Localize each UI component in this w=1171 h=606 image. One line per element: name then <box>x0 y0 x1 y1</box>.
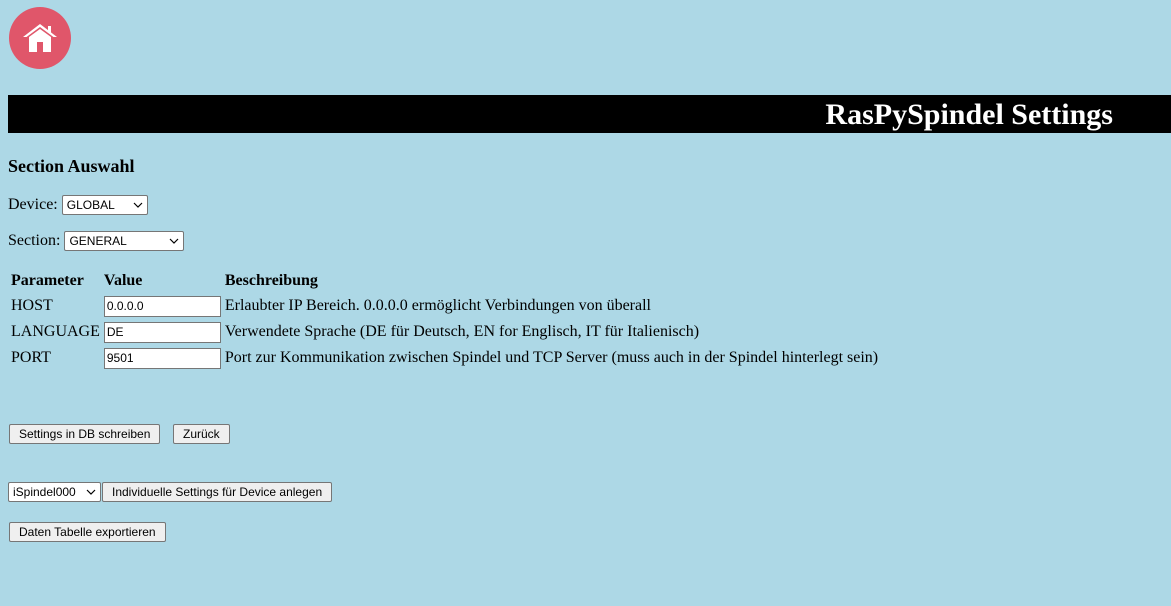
back-button[interactable]: Zurück <box>173 424 230 444</box>
chevron-down-icon <box>133 202 143 208</box>
parameter-name: HOST <box>11 297 53 314</box>
table-row: LANGUAGE Verwendete Sprache (DE für Deut… <box>10 320 879 344</box>
home-button[interactable] <box>9 7 71 69</box>
parameter-name: LANGUAGE <box>11 323 100 340</box>
write-settings-button[interactable]: Settings in DB schreiben <box>9 424 161 444</box>
device-select-value: GLOBAL <box>66 198 115 212</box>
export-table-button[interactable]: Daten Tabelle exportieren <box>9 522 166 542</box>
parameter-description: Verwendete Sprache (DE für Deutsch, EN f… <box>224 323 700 340</box>
section-select[interactable]: GENERAL <box>64 231 185 251</box>
column-header-description: Beschreibung <box>224 272 318 289</box>
parameter-name: PORT <box>11 349 51 366</box>
create-device-settings-button[interactable]: Individuelle Settings für Device anlegen <box>102 482 333 502</box>
table-header-row: Parameter Value Beschreibung <box>10 270 879 292</box>
title-bar: RasPySpindel Settings <box>8 95 1171 133</box>
home-icon <box>23 24 57 52</box>
device-select[interactable]: GLOBAL <box>61 195 148 215</box>
column-header-value: Value <box>103 272 143 289</box>
device-id-select-value: iSpindel000 <box>13 485 76 499</box>
value-cell <box>103 320 222 344</box>
section-row: Section: GENERAL <box>8 231 185 251</box>
section-select-value: GENERAL <box>69 234 127 248</box>
port-value-input[interactable] <box>103 347 221 369</box>
chevron-down-icon <box>170 238 179 244</box>
table-row: PORT Port zur Kommunikation zwischen Spi… <box>10 346 879 370</box>
device-id-select[interactable]: iSpindel000 <box>8 482 101 502</box>
value-cell <box>103 294 222 318</box>
table-row: HOST Erlaubter IP Bereich. 0.0.0.0 ermög… <box>10 294 879 318</box>
value-cell <box>103 346 222 370</box>
column-header-parameter: Parameter <box>11 272 84 289</box>
section-label: Section: <box>8 232 61 249</box>
device-row: Device: GLOBAL <box>8 195 148 215</box>
host-value-input[interactable] <box>103 295 221 317</box>
device-label: Device: <box>8 196 58 213</box>
parameter-description: Port zur Kommunikation zwischen Spindel … <box>224 349 879 366</box>
language-value-input[interactable] <box>103 321 221 343</box>
page-title: RasPySpindel Settings <box>825 98 1113 131</box>
section-heading: Section Auswahl <box>8 156 135 176</box>
parameter-table: Parameter Value Beschreibung HOST Erlaub… <box>8 268 881 372</box>
chevron-down-icon <box>86 489 96 495</box>
parameter-description: Erlaubter IP Bereich. 0.0.0.0 ermöglicht… <box>224 297 651 314</box>
